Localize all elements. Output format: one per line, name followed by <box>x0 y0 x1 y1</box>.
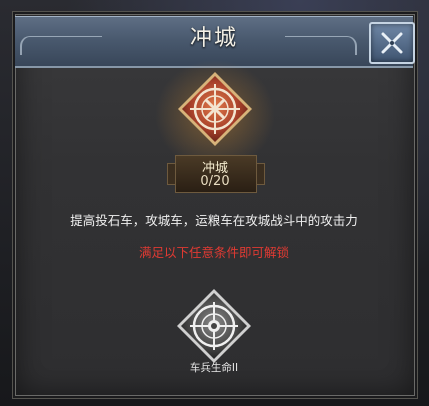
requirement-label: 车兵生命II <box>189 362 239 374</box>
unlock-condition: 满足以下任意条件即可解锁 <box>138 245 289 260</box>
skill-level: 0/20 <box>200 174 230 189</box>
siege-compass-icon[interactable] <box>176 70 254 148</box>
skill-description: 提高投石车，攻城车，运粮车在攻城战斗中的攻击力 <box>70 213 358 228</box>
dialog-title: 冲城 <box>189 26 238 51</box>
chariot-compass-icon[interactable] <box>174 286 254 366</box>
close-button[interactable] <box>369 22 415 64</box>
close-icon <box>381 32 403 54</box>
